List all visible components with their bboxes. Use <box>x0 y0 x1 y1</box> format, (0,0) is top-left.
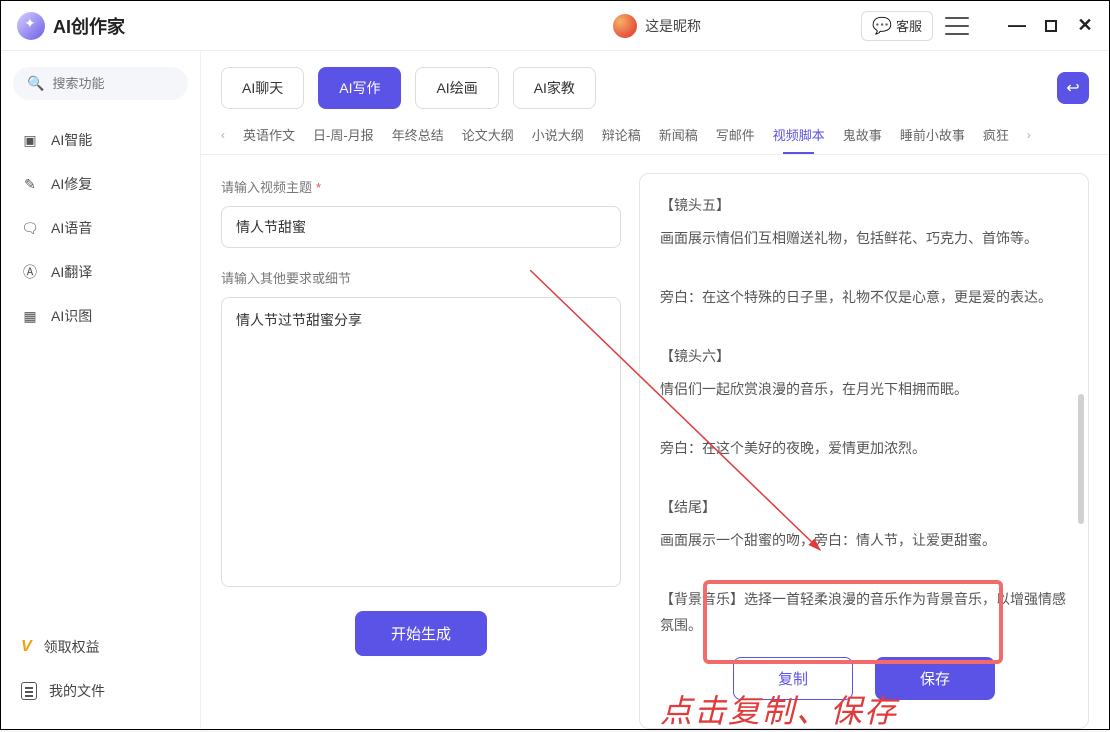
output-text: 【镜头五】 画面展示情侣们互相赠送礼物，包括鲜花、巧克力、首饰等。 旁白：在这个… <box>660 192 1068 633</box>
output-line: 情侣们一起欣赏浪漫的音乐，在月光下相拥而眠。 <box>660 376 1068 403</box>
cat-prev-icon[interactable]: ‹ <box>221 128 225 142</box>
cat-item-active[interactable]: 视频脚本 <box>773 125 825 144</box>
repair-icon: ✎ <box>21 175 39 193</box>
undo-button[interactable]: ↩ <box>1057 72 1089 104</box>
mode-tabs: AI聊天 AI写作 AI绘画 AI家教 ↩ <box>201 51 1109 119</box>
cat-item[interactable]: 日-周-月报 <box>313 125 374 144</box>
minimize-button[interactable]: — <box>1009 18 1025 34</box>
cat-item[interactable]: 年终总结 <box>392 125 444 144</box>
output-line: 旁白：在这个美好的夜晚，爱情更加浓烈。 <box>660 435 1068 462</box>
output-panel: 【镜头五】 画面展示情侣们互相赠送礼物，包括鲜花、巧克力、首饰等。 旁白：在这个… <box>639 173 1089 729</box>
tab-chat[interactable]: AI聊天 <box>221 67 304 109</box>
cat-item[interactable]: 论文大纲 <box>462 125 514 144</box>
app-title: AI创作家 <box>53 13 125 39</box>
sidebar: 🔍 ▣ AI智能 ✎ AI修复 🗨 AI语音 Ⓐ AI翻译 ▦ AI识图 <box>1 51 201 729</box>
cat-item[interactable]: 辩论稿 <box>602 125 641 144</box>
cat-item[interactable]: 写邮件 <box>716 125 755 144</box>
menu-icon[interactable] <box>945 17 969 35</box>
voice-icon: 🗨 <box>21 219 39 237</box>
sidebar-item-aismart[interactable]: ▣ AI智能 <box>13 118 188 162</box>
user-avatar[interactable] <box>613 14 637 38</box>
tab-write[interactable]: AI写作 <box>318 67 401 109</box>
files-label: 我的文件 <box>49 681 105 701</box>
vip-icon: V <box>21 638 32 656</box>
maximize-button[interactable] <box>1045 20 1057 32</box>
sidebar-item-label: AI翻译 <box>51 262 92 282</box>
scrollbar-thumb[interactable] <box>1078 394 1084 524</box>
titlebar: AI创作家 这是昵称 💬 客服 — ✕ <box>1 1 1109 51</box>
category-row: ‹ 英语作文 日-周-月报 年终总结 论文大纲 小说大纲 辩论稿 新闻稿 写邮件… <box>201 119 1109 155</box>
app-logo-icon <box>17 12 45 40</box>
output-line: 【背景音乐】选择一首轻柔浪漫的音乐作为背景音乐，以增强情感氛围。 <box>660 586 1068 633</box>
generate-button[interactable]: 开始生成 <box>355 611 487 656</box>
window-controls: — ✕ <box>1009 18 1093 34</box>
input-panel: 请输入视频主题* 请输入其他要求或细节 情人节过节甜蜜分享 开始生成 <box>221 173 621 729</box>
cat-item[interactable]: 睡前小故事 <box>900 125 965 144</box>
sidebar-item-label: AI智能 <box>51 130 92 150</box>
customer-service-label: 客服 <box>896 16 922 35</box>
scrollbar[interactable] <box>1078 194 1084 648</box>
search-icon: 🔍 <box>27 75 44 92</box>
close-button[interactable]: ✕ <box>1077 18 1093 34</box>
sidebar-item-airepair[interactable]: ✎ AI修复 <box>13 162 188 206</box>
sidebar-item-rights[interactable]: V 领取权益 <box>13 625 188 669</box>
rights-label: 领取权益 <box>44 637 100 657</box>
output-line: 画面展示一个甜蜜的吻，旁白：情人节，让爱更甜蜜。 <box>660 527 1068 554</box>
sidebar-item-label: AI修复 <box>51 174 92 194</box>
search-box[interactable]: 🔍 <box>13 67 188 100</box>
annotation-text: 点击复制、保存 <box>660 686 898 732</box>
output-line: 【镜头五】 <box>660 192 1068 219</box>
topic-input[interactable] <box>221 206 621 248</box>
output-line: 【结尾】 <box>660 494 1068 521</box>
cat-item[interactable]: 新闻稿 <box>659 125 698 144</box>
undo-icon: ↩ <box>1066 78 1079 98</box>
sidebar-item-aivoice[interactable]: 🗨 AI语音 <box>13 206 188 250</box>
cat-item[interactable]: 小说大纲 <box>532 125 584 144</box>
tab-paint[interactable]: AI绘画 <box>415 67 498 109</box>
user-nickname: 这是昵称 <box>645 16 701 36</box>
cat-item[interactable]: 英语作文 <box>243 125 295 144</box>
sidebar-item-label: AI识图 <box>51 306 92 326</box>
cat-next-icon[interactable]: › <box>1027 128 1031 142</box>
sidebar-item-aitranslate[interactable]: Ⓐ AI翻译 <box>13 250 188 294</box>
customer-service-button[interactable]: 💬 客服 <box>861 11 933 41</box>
topic-label: 请输入视频主题* <box>221 177 621 196</box>
output-line: 画面展示情侣们互相赠送礼物，包括鲜花、巧克力、首饰等。 <box>660 225 1068 252</box>
sidebar-item-files[interactable]: 我的文件 <box>13 669 188 713</box>
cat-item[interactable]: 鬼故事 <box>843 125 882 144</box>
sidebar-item-label: AI语音 <box>51 218 92 238</box>
output-line: 旁白：在这个特殊的日子里，礼物不仅是心意，更是爱的表达。 <box>660 284 1068 311</box>
app-window: AI创作家 这是昵称 💬 客服 — ✕ 🔍 ▣ AI智能 ✎ <box>0 0 1110 730</box>
smart-icon: ▣ <box>21 131 39 149</box>
chat-icon: 💬 <box>872 16 892 36</box>
cat-item[interactable]: 疯狂 <box>983 125 1009 144</box>
search-input[interactable] <box>52 76 174 91</box>
tab-tutor[interactable]: AI家教 <box>513 67 596 109</box>
file-icon <box>21 682 37 700</box>
image-icon: ▦ <box>21 307 39 325</box>
translate-icon: Ⓐ <box>21 263 39 281</box>
main-content: AI聊天 AI写作 AI绘画 AI家教 ↩ ‹ 英语作文 日-周-月报 年终总结… <box>201 51 1109 729</box>
output-line: 【镜头六】 <box>660 343 1068 370</box>
sidebar-item-aiimage[interactable]: ▦ AI识图 <box>13 294 188 338</box>
detail-label: 请输入其他要求或细节 <box>221 268 621 287</box>
detail-textarea[interactable]: 情人节过节甜蜜分享 <box>221 297 621 587</box>
